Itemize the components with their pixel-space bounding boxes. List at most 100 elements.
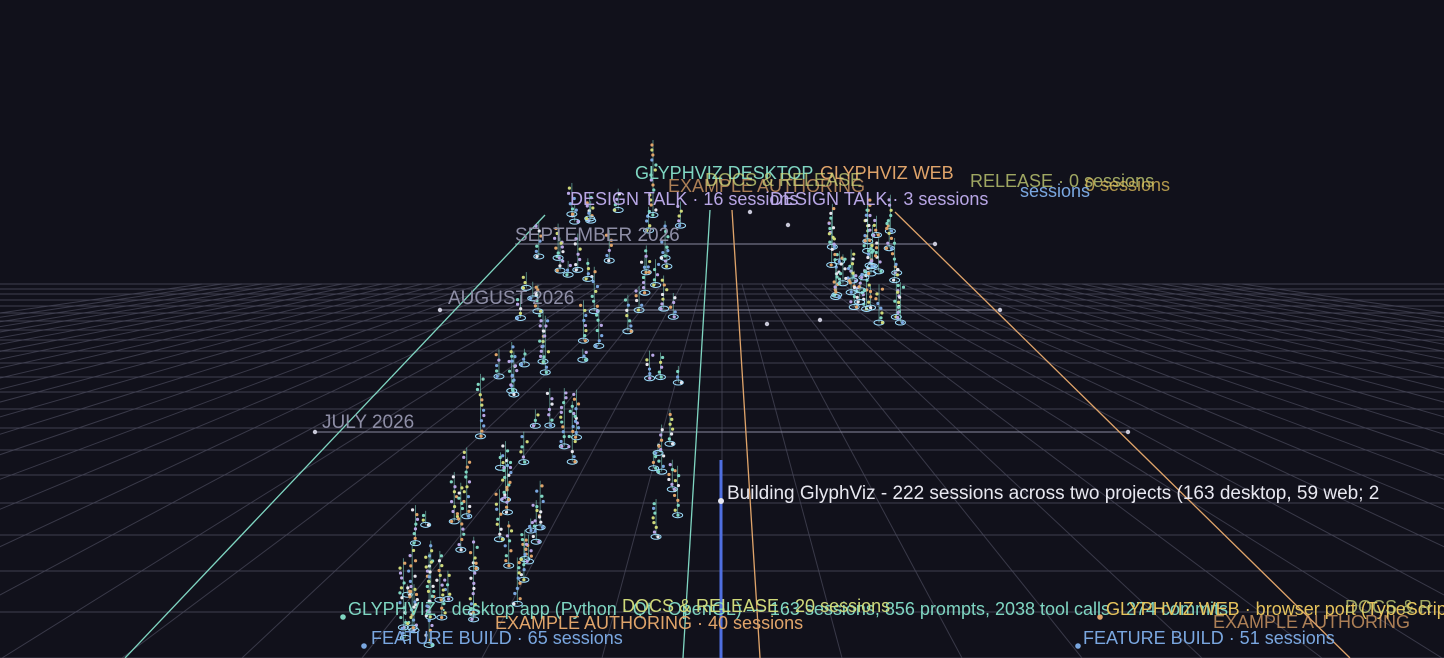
prompt-dot (507, 369, 512, 373)
prompt-dot (887, 203, 892, 207)
prompt-dot (663, 254, 667, 258)
prompt-dot (448, 592, 452, 596)
prompt-dot (534, 285, 538, 289)
prompt-dot (863, 239, 867, 243)
prompt-dot (607, 248, 611, 253)
prompt-dot (570, 207, 575, 211)
prompt-dot (541, 344, 545, 348)
prompt-dot (653, 511, 657, 515)
prompt-dot (498, 532, 502, 536)
prompt-dot (571, 424, 575, 429)
prompt-dot (535, 254, 539, 259)
prompt-dot (868, 213, 872, 218)
prompt-dot (628, 319, 632, 323)
prompt-dot (634, 289, 638, 293)
prompt-dot (668, 422, 672, 426)
prompt-dot (656, 262, 661, 267)
prompt-dot (474, 566, 478, 571)
prompt-dot (435, 578, 439, 582)
prompt-dot (673, 508, 677, 512)
prompt-dot (641, 286, 646, 290)
prompt-dot (518, 311, 523, 315)
prompt-dot (467, 509, 471, 513)
prompt-dot (670, 467, 675, 472)
prompt-dot (412, 610, 416, 614)
prompt-dot (513, 591, 517, 596)
prompt-dot (566, 191, 571, 195)
prompt-dot (464, 475, 468, 479)
prompt-dot (471, 561, 475, 565)
prompt-dot (398, 571, 403, 575)
prompt-dot (535, 489, 539, 493)
prompt-dot (848, 281, 852, 285)
prompt-dot (507, 524, 511, 528)
prompt-dot (873, 218, 877, 223)
prompt-dot (427, 554, 432, 558)
prompt-dot (648, 372, 652, 376)
prompt-dot (499, 527, 503, 531)
prompt-dot (495, 522, 499, 526)
prompt-dot (432, 589, 436, 594)
prompt-dot (645, 362, 649, 367)
prompt-dot (896, 290, 900, 294)
prompt-dot (895, 273, 900, 277)
prompt-dot (889, 236, 894, 240)
prompt-dot (399, 586, 404, 590)
prompt-dot (465, 485, 469, 489)
scene-canvas[interactable] (0, 0, 1444, 658)
prompt-dot (892, 257, 897, 261)
prompt-dot (855, 295, 859, 299)
prompt-dot (677, 219, 681, 223)
prompt-dot (515, 316, 519, 320)
prompt-dot (561, 250, 565, 254)
prompt-dot (651, 460, 656, 465)
prompt-dot (678, 224, 682, 228)
prompt-dot (413, 527, 418, 531)
prompt-dot (540, 484, 544, 488)
prompt-dot (579, 303, 583, 307)
prompt-dot (875, 292, 879, 296)
prompt-dot (555, 268, 559, 273)
prompt-dot (429, 544, 433, 548)
prompt-dot (839, 262, 843, 266)
prompt-dot (410, 508, 415, 512)
prompt-dot (582, 318, 586, 323)
scatter-point (785, 222, 791, 228)
prompt-dot (660, 302, 664, 306)
prompt-dot (462, 450, 466, 455)
prompt-dot (427, 618, 431, 623)
prompt-dot (833, 285, 837, 289)
prompt-dot (613, 208, 617, 212)
prompt-dot (512, 602, 516, 606)
prompt-dot (517, 571, 521, 575)
prompt-dot (524, 547, 528, 552)
prompt-dot (470, 617, 474, 621)
prompt-dot (437, 568, 441, 573)
prompt-dot (595, 284, 600, 289)
prompt-dot (539, 349, 543, 353)
prompt-dot (673, 296, 677, 300)
prompt-dot (502, 468, 506, 472)
prompt-dot (520, 362, 524, 367)
prompt-dot (479, 434, 483, 438)
prompt-dot (574, 430, 578, 435)
prompt-dot (455, 512, 460, 516)
prompt-dot (670, 442, 675, 446)
prompt-dot (541, 329, 545, 333)
prompt-dot (538, 515, 542, 519)
prompt-dot (661, 250, 665, 255)
prompt-dot (460, 501, 464, 505)
viewport-3d[interactable]: SEPTEMBER 2026 AUGUST 2026 JULY 2026 GLY… (0, 0, 1444, 658)
prompt-dot (408, 554, 412, 558)
prompt-dot (557, 256, 561, 260)
prompt-dot (670, 417, 674, 422)
prompt-dot (471, 611, 475, 615)
prompt-dot (540, 494, 544, 498)
prompt-dot (427, 580, 431, 584)
prompt-dot (652, 267, 657, 272)
prompt-dot (830, 247, 834, 251)
prompt-dot (872, 233, 876, 237)
prompt-dot (878, 260, 882, 264)
prompt-dot (594, 289, 598, 294)
prompt-dot (870, 259, 874, 263)
